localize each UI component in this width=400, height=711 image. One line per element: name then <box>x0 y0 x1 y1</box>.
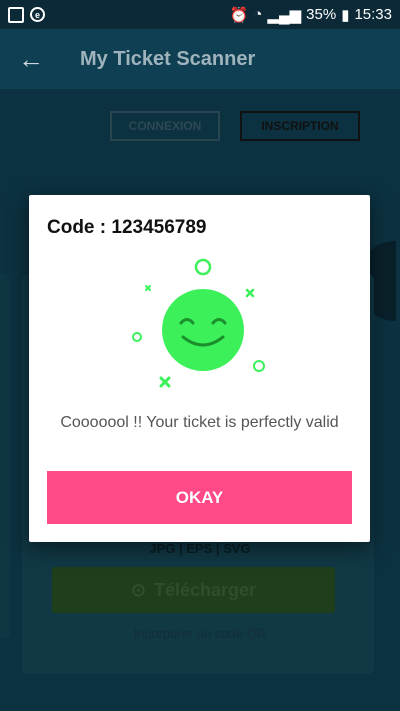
gallery-notification-icon <box>8 6 24 23</box>
app-bar: ← My Ticket Scanner <box>0 29 400 89</box>
clock: 15:33 <box>354 6 392 23</box>
embed-qr-link[interactable]: Incorporer un code QR <box>0 626 400 641</box>
signal-icon: ▂▄▆ <box>267 6 302 24</box>
back-arrow-icon[interactable]: ← <box>0 29 62 89</box>
decor-circle-icon <box>253 360 265 372</box>
format-options: JPG | EPS | SVG <box>149 541 251 556</box>
decor-circle-icon <box>194 258 212 276</box>
decor-cross-icon <box>145 285 151 291</box>
download-button[interactable]: ⊙ Télécharger <box>52 567 335 613</box>
dialog-title: Code : 123456789 <box>47 217 207 238</box>
battery-percent: 35% <box>306 6 337 23</box>
wifi-icon: ◔ <box>253 6 263 23</box>
battery-icon: ▮ <box>341 6 350 24</box>
download-label: Télécharger <box>154 579 257 600</box>
decor-cross-icon <box>245 288 255 298</box>
browser-notification-icon: e <box>30 7 45 22</box>
decor-cross-icon <box>159 376 171 388</box>
side-card <box>0 274 10 639</box>
status-bar: e ⏰ ◔ ▂▄▆ 35% ▮ 15:33 <box>0 0 400 29</box>
smiley-face-icon <box>132 258 265 388</box>
dialog-message: Cooooool !! Your ticket is perfectly val… <box>60 414 339 431</box>
decor-circle-icon <box>132 332 142 342</box>
download-icon: ⊙ <box>130 579 147 600</box>
tab-signup[interactable]: INSCRIPTION <box>240 111 360 141</box>
okay-button[interactable]: OKAY <box>47 471 352 524</box>
result-dialog: Code : 123456789 Cooooool !! Your ticket… <box>29 195 370 542</box>
alarm-icon: ⏰ <box>229 6 249 24</box>
app-title: My Ticket Scanner <box>80 47 256 70</box>
tab-login[interactable]: CONNEXION <box>110 111 220 141</box>
